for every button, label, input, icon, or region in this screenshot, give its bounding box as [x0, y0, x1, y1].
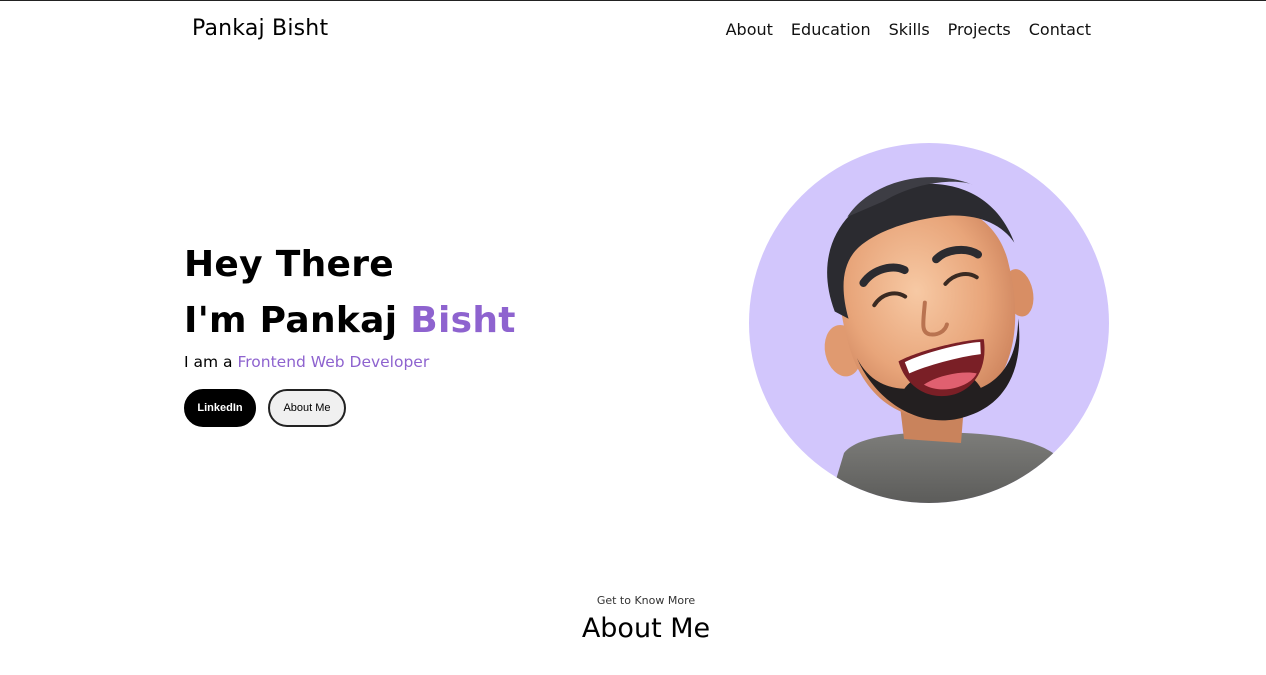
- hero-name: I'm Pankaj Bisht: [184, 293, 516, 349]
- nav-link-about[interactable]: About: [726, 20, 773, 39]
- nav-link-contact[interactable]: Contact: [1029, 20, 1091, 39]
- portfolio-page: Pankaj Bisht About Education Skills Proj…: [0, 0, 1266, 675]
- site-logo[interactable]: Pankaj Bisht: [192, 16, 328, 41]
- profile-avatar: [749, 143, 1109, 503]
- about-me-button[interactable]: About Me: [268, 389, 346, 427]
- about-title: About Me: [581, 613, 711, 644]
- hero-subtitle-prefix: I am a: [184, 353, 238, 371]
- hero-name-accent: Bisht: [410, 300, 516, 341]
- nav-link-projects[interactable]: Projects: [948, 20, 1011, 39]
- hero-subtitle: I am a Frontend Web Developer: [184, 351, 516, 373]
- nav-link-education[interactable]: Education: [791, 20, 871, 39]
- hero-buttons: LinkedIn About Me: [184, 389, 516, 427]
- hero-name-prefix: I'm Pankaj: [184, 300, 411, 341]
- main-nav: About Education Skills Projects Contact: [726, 20, 1091, 39]
- about-kicker: Get to Know More: [596, 594, 696, 607]
- hero-role: Frontend Web Developer: [237, 353, 430, 371]
- hero-greeting: Hey There: [184, 244, 395, 285]
- memoji-avatar-icon: [824, 177, 1079, 503]
- nav-link-skills[interactable]: Skills: [889, 20, 930, 39]
- hero-section: Hey There I'm Pankaj Bisht I am a Fronte…: [184, 237, 516, 427]
- linkedin-button[interactable]: LinkedIn: [184, 389, 256, 427]
